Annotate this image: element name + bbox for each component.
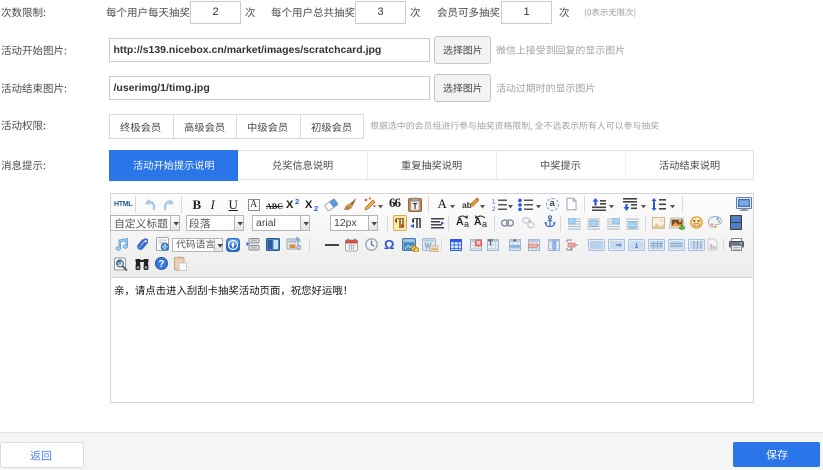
svg-text:1: 1 (492, 199, 496, 205)
svg-text:2: 2 (492, 207, 496, 211)
svg-text:?: ? (158, 259, 164, 270)
